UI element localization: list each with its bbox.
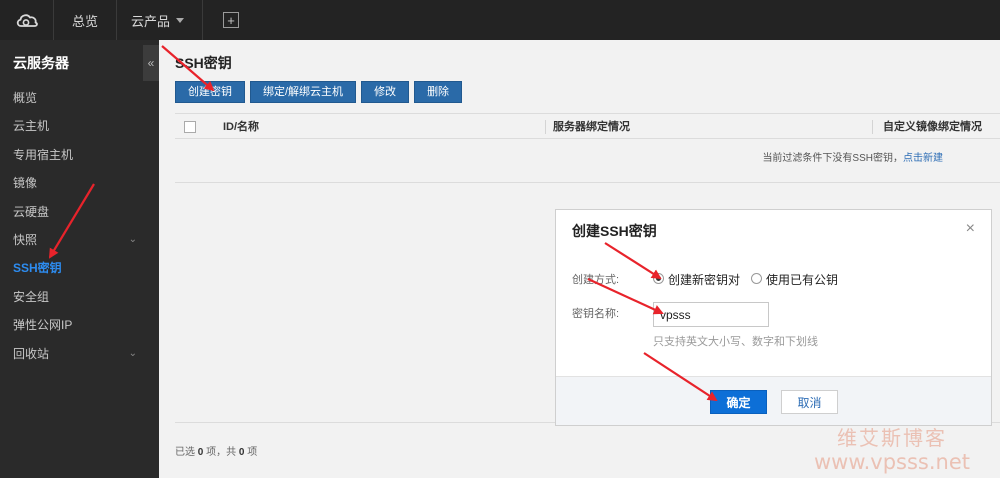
chevron-down-icon: ⌄ (128, 347, 137, 359)
sidebar-item-label: 镜像 (13, 176, 38, 191)
sidebar-item-disks[interactable]: 云硬盘 (0, 198, 159, 226)
add-shortcut-plus-icon[interactable]: + (223, 12, 240, 28)
table-header: ID/名称 服务器绑定情况 自定义镜像绑定情况 (175, 113, 1000, 139)
delete-button[interactable]: 删除 (414, 81, 463, 103)
key-name-hint: 只支持英文大小写、数字和下划线 (653, 336, 818, 348)
sidebar-title: 云服务器 (13, 55, 69, 71)
nav-overview[interactable]: 总览 (54, 0, 118, 40)
sidebar-item-label: 概览 (13, 91, 38, 105)
topbar-divider (202, 0, 204, 40)
caret-down-icon (176, 17, 185, 23)
sidebar-item-label: 回收站 (13, 346, 50, 361)
column-header-id: ID/名称 (223, 121, 260, 133)
sidebar-item-dedicated-hosts[interactable]: 专用宿主机 (0, 141, 159, 169)
sidebar-item-ssh-keys[interactable]: SSH密钥 (0, 254, 159, 282)
sidebar-item-recycle-bin[interactable]: 回收站 ⌄ (0, 340, 159, 368)
sidebar-item-label: 弹性公网IP (13, 318, 73, 333)
column-header-image-binding: 自定义镜像绑定情况 (883, 121, 982, 133)
selected-count: 0 (197, 447, 204, 458)
sidebar-item-overview[interactable]: 概览 (0, 84, 159, 112)
radio-create-new[interactable] (653, 273, 664, 284)
radio-use-existing-label[interactable]: 使用已有公钥 (766, 271, 838, 288)
key-name-label: 密钥名称: (572, 308, 620, 320)
dialog-footer: 确定 取消 (556, 376, 991, 425)
nav-products-label: 云产品 (131, 13, 171, 29)
chevron-down-icon: ⌄ (128, 233, 137, 245)
top-bar: 总览 云产品 + (0, 0, 1000, 40)
watermark: 维艾斯博客 www.vpsss.net (812, 428, 972, 474)
sidebar-item-label: 快照 (13, 232, 38, 247)
sidebar-item-snapshots[interactable]: 快照 ⌄ (0, 226, 159, 254)
dialog-header: 创建SSH密钥 × (556, 210, 991, 250)
page-title: SSH密钥 (175, 55, 232, 71)
create-new-link[interactable]: 点击新建 (903, 153, 943, 164)
selected-prefix: 已选 (175, 447, 195, 458)
empty-text: 当前过滤条件下没有SSH密钥， (762, 153, 903, 164)
select-all-checkbox[interactable] (184, 121, 196, 133)
create-ssh-key-dialog: 创建SSH密钥 × 创建方式: 创建新密钥对 使用已有公钥 密钥名称: 只支持英… (555, 209, 992, 426)
sidebar-item-label: 安全组 (13, 289, 50, 304)
sidebar-item-instances[interactable]: 云主机 (0, 112, 159, 140)
confirm-button[interactable]: 确定 (710, 390, 767, 414)
selection-summary: 已选 0 项，共 0 项 (175, 443, 257, 458)
dialog-title: 创建SSH密钥 (572, 223, 657, 239)
bind-unbind-button[interactable]: 绑定/解绑云主机 (250, 81, 357, 103)
sidebar-item-label: 云硬盘 (13, 204, 50, 219)
watermark-title: 维艾斯博客 (837, 428, 947, 450)
sidebar-item-elastic-ip[interactable]: 弹性公网IP (0, 311, 159, 339)
method-label: 创建方式: (572, 274, 620, 286)
sidebar-item-label: 云主机 (13, 119, 50, 134)
cloud-logo-icon[interactable] (0, 0, 54, 40)
create-key-button[interactable]: 创建密钥 (175, 81, 245, 103)
nav-overview-label: 总览 (72, 13, 99, 29)
selected-suffix: 项，共 (206, 447, 237, 458)
total-suffix: 项 (247, 447, 258, 458)
key-name-input[interactable] (653, 302, 769, 327)
toolbar: 创建密钥 绑定/解绑云主机 修改 删除 (175, 81, 467, 103)
column-divider (872, 120, 873, 134)
empty-table-message: 当前过滤条件下没有SSH密钥，点击新建 (175, 139, 1000, 183)
edit-button[interactable]: 修改 (361, 81, 410, 103)
sidebar: 云服务器 « 概览 云主机 专用宿主机 镜像 云硬盘 快照 ⌄ SSH密钥 安全组… (0, 40, 159, 478)
cancel-button[interactable]: 取消 (781, 390, 838, 414)
close-icon[interactable]: × (966, 220, 975, 238)
nav-products-dropdown[interactable]: 云产品 (117, 0, 198, 40)
sidebar-item-security-groups[interactable]: 安全组 (0, 283, 159, 311)
sidebar-item-label: 专用宿主机 (13, 147, 74, 162)
radio-use-existing[interactable] (751, 273, 762, 284)
sidebar-item-images[interactable]: 镜像 (0, 169, 159, 197)
column-header-binding: 服务器绑定情况 (553, 121, 630, 133)
total-count: 0 (238, 447, 245, 458)
collapse-sidebar-icon[interactable]: « (143, 45, 159, 81)
radio-create-new-label[interactable]: 创建新密钥对 (668, 271, 740, 288)
watermark-url: www.vpsss.net (814, 450, 970, 474)
sidebar-item-label: SSH密钥 (13, 261, 62, 276)
column-divider (545, 120, 546, 134)
